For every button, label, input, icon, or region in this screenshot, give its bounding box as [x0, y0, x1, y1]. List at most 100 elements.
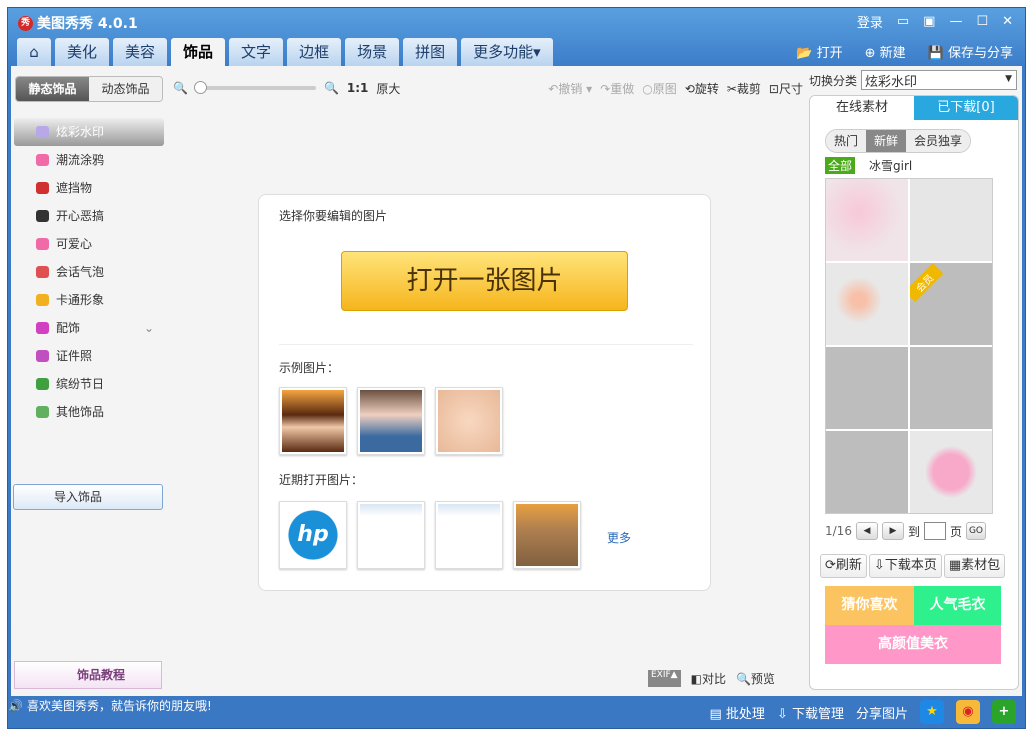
import-button[interactable]: 导入饰品	[13, 484, 163, 510]
refresh-button[interactable]: ⟳刷新	[820, 554, 867, 578]
zoom-slider[interactable]	[193, 81, 316, 94]
example-image[interactable]	[279, 387, 347, 455]
tab-collage[interactable]: 拼图	[403, 38, 458, 66]
category-item[interactable]: 会话气泡	[14, 258, 164, 286]
filter-hot[interactable]: 热门	[826, 130, 867, 152]
category-select[interactable]: 炫彩水印 ▼	[861, 70, 1018, 90]
more-link[interactable]: 更多	[607, 529, 631, 546]
minimize-button[interactable]: —	[949, 14, 962, 29]
recent-image[interactable]	[435, 501, 503, 569]
material-item[interactable]	[826, 347, 908, 429]
download-page-button[interactable]: ⇩下载本页	[868, 554, 942, 578]
example-image[interactable]	[435, 387, 503, 455]
prev-page-button[interactable]: ◀	[855, 522, 878, 540]
category-icon	[36, 182, 49, 194]
tab-accessories[interactable]: 饰品	[171, 38, 226, 66]
category-item[interactable]: 其他饰品	[14, 398, 164, 426]
tutorial-button[interactable]: 饰品教程	[14, 661, 162, 689]
tab-home[interactable]: ⌂	[17, 38, 51, 66]
tab-online[interactable]: 在线素材	[810, 96, 914, 120]
left-panel: 静态饰品 动态饰品 炫彩水印 潮流涂鸦 遮挡物 开心恶搞 可爱心 会话气泡 卡通形象 配饰 ⌄ 证…	[11, 66, 171, 696]
recent-label: 近期打开图片：	[279, 473, 364, 487]
compare-button[interactable]: ◧对比	[691, 670, 726, 687]
material-item[interactable]: 会员	[910, 263, 992, 345]
download-manager-button[interactable]: ⇩ 下载管理	[777, 703, 844, 722]
size-label: 尺寸	[778, 81, 803, 96]
batch-button[interactable]: ▤ 批处理	[710, 703, 765, 722]
category-item[interactable]: 潮流涂鸦	[14, 146, 164, 174]
recent-image[interactable]	[357, 501, 425, 569]
feedback-icon[interactable]: ▭	[897, 14, 909, 29]
example-image[interactable]	[357, 387, 425, 455]
category-label: 其他饰品	[56, 405, 105, 419]
material-item[interactable]	[910, 347, 992, 429]
category-item[interactable]: 缤纷节日	[14, 370, 164, 398]
filter-vip[interactable]: 会员独享	[906, 130, 971, 152]
material-item[interactable]	[826, 263, 908, 345]
open-image-card: 选择你要编辑的图片 打开一张图片 示例图片： 近期打开图片： hp 更多	[258, 194, 711, 591]
category-item[interactable]: 证件照	[14, 342, 164, 370]
add-share-icon[interactable]: +	[992, 700, 1016, 724]
material-item[interactable]	[910, 431, 992, 513]
tab-frame[interactable]: 边框	[287, 38, 342, 66]
material-item[interactable]	[826, 431, 908, 513]
category-icon	[36, 350, 49, 362]
maximize-button[interactable]: ☐	[976, 14, 988, 29]
login-link[interactable]: 登录	[857, 12, 883, 31]
open-button[interactable]: 📂 打开	[796, 42, 842, 61]
undo-button[interactable]: ↶撤销 ▾	[548, 80, 592, 97]
tab-beautify[interactable]: 美化	[55, 38, 110, 66]
zoom-in-icon[interactable]: 🔍	[324, 81, 339, 95]
recent-image[interactable]: hp	[279, 501, 347, 569]
page-input[interactable]	[923, 522, 946, 540]
category-item[interactable]: 可爱心	[14, 230, 164, 258]
category-item[interactable]: 配饰 ⌄	[14, 314, 164, 342]
category-item[interactable]: 卡通形象	[14, 286, 164, 314]
tag-ice-girl[interactable]: 冰雪girl	[869, 157, 912, 174]
save-share-button[interactable]: 💾 保存与分享	[928, 42, 1013, 61]
qzone-icon[interactable]: ★	[920, 700, 944, 724]
menu-icon[interactable]: ▣	[923, 14, 935, 29]
promo-fashion[interactable]: 高颜值美衣	[825, 625, 1001, 664]
tag-all[interactable]: 全部	[825, 157, 856, 174]
tab-text[interactable]: 文字	[229, 38, 284, 66]
original-size-button[interactable]: 原大	[376, 80, 400, 97]
expand-icon[interactable]: ⌄	[144, 314, 154, 342]
open-image-button[interactable]: 打开一张图片	[341, 251, 628, 311]
tab-static[interactable]: 静态饰品	[16, 77, 89, 101]
tab-dynamic[interactable]: 动态饰品	[89, 77, 162, 101]
promo-sweater[interactable]: 人气毛衣	[914, 586, 1001, 625]
tab-more[interactable]: 更多功能▾	[461, 38, 553, 66]
material-pack-button[interactable]: ▦素材包	[943, 554, 1006, 578]
exif-button[interactable]: EXIF▲	[648, 670, 681, 687]
redo-button[interactable]: ↷重做	[600, 80, 634, 97]
original-button[interactable]: ○原图	[642, 80, 677, 97]
resize-button[interactable]: ⊡尺寸	[769, 80, 803, 97]
material-item[interactable]	[910, 179, 992, 261]
tab-scene[interactable]: 场景	[345, 38, 400, 66]
vip-badge: 会员	[910, 263, 944, 302]
tab-face[interactable]: 美容	[113, 38, 168, 66]
promo-guess[interactable]: 猜你喜欢	[825, 586, 914, 625]
filter-new[interactable]: 新鲜	[866, 130, 907, 152]
recent-image[interactable]	[513, 501, 581, 569]
status-message[interactable]: 喜欢美图秀秀，就告诉你的朋友哦!	[27, 697, 212, 714]
goto-label: 到	[907, 524, 920, 539]
category-item[interactable]: 炫彩水印	[14, 118, 164, 146]
close-button[interactable]: ✕	[1002, 14, 1013, 29]
crop-button[interactable]: ✂裁剪	[727, 80, 761, 97]
material-item[interactable]	[826, 179, 908, 261]
tab-downloaded[interactable]: 已下载[0]	[914, 96, 1018, 120]
redo-label: 重做	[610, 81, 635, 96]
new-button[interactable]: ⊕ 新建	[865, 42, 906, 61]
next-page-button[interactable]: ▶	[881, 522, 904, 540]
preview-button[interactable]: 🔍预览	[736, 670, 775, 687]
zoom-out-icon[interactable]: 🔍	[173, 81, 188, 95]
go-button[interactable]: GO	[965, 522, 986, 540]
rotate-button[interactable]: ⟲旋转	[685, 80, 719, 97]
weibo-icon[interactable]: ◉	[956, 700, 980, 724]
category-item[interactable]: 遮挡物	[14, 174, 164, 202]
examples-label: 示例图片：	[279, 361, 340, 375]
preview-label: 预览	[750, 672, 775, 686]
category-item[interactable]: 开心恶搞	[14, 202, 164, 230]
